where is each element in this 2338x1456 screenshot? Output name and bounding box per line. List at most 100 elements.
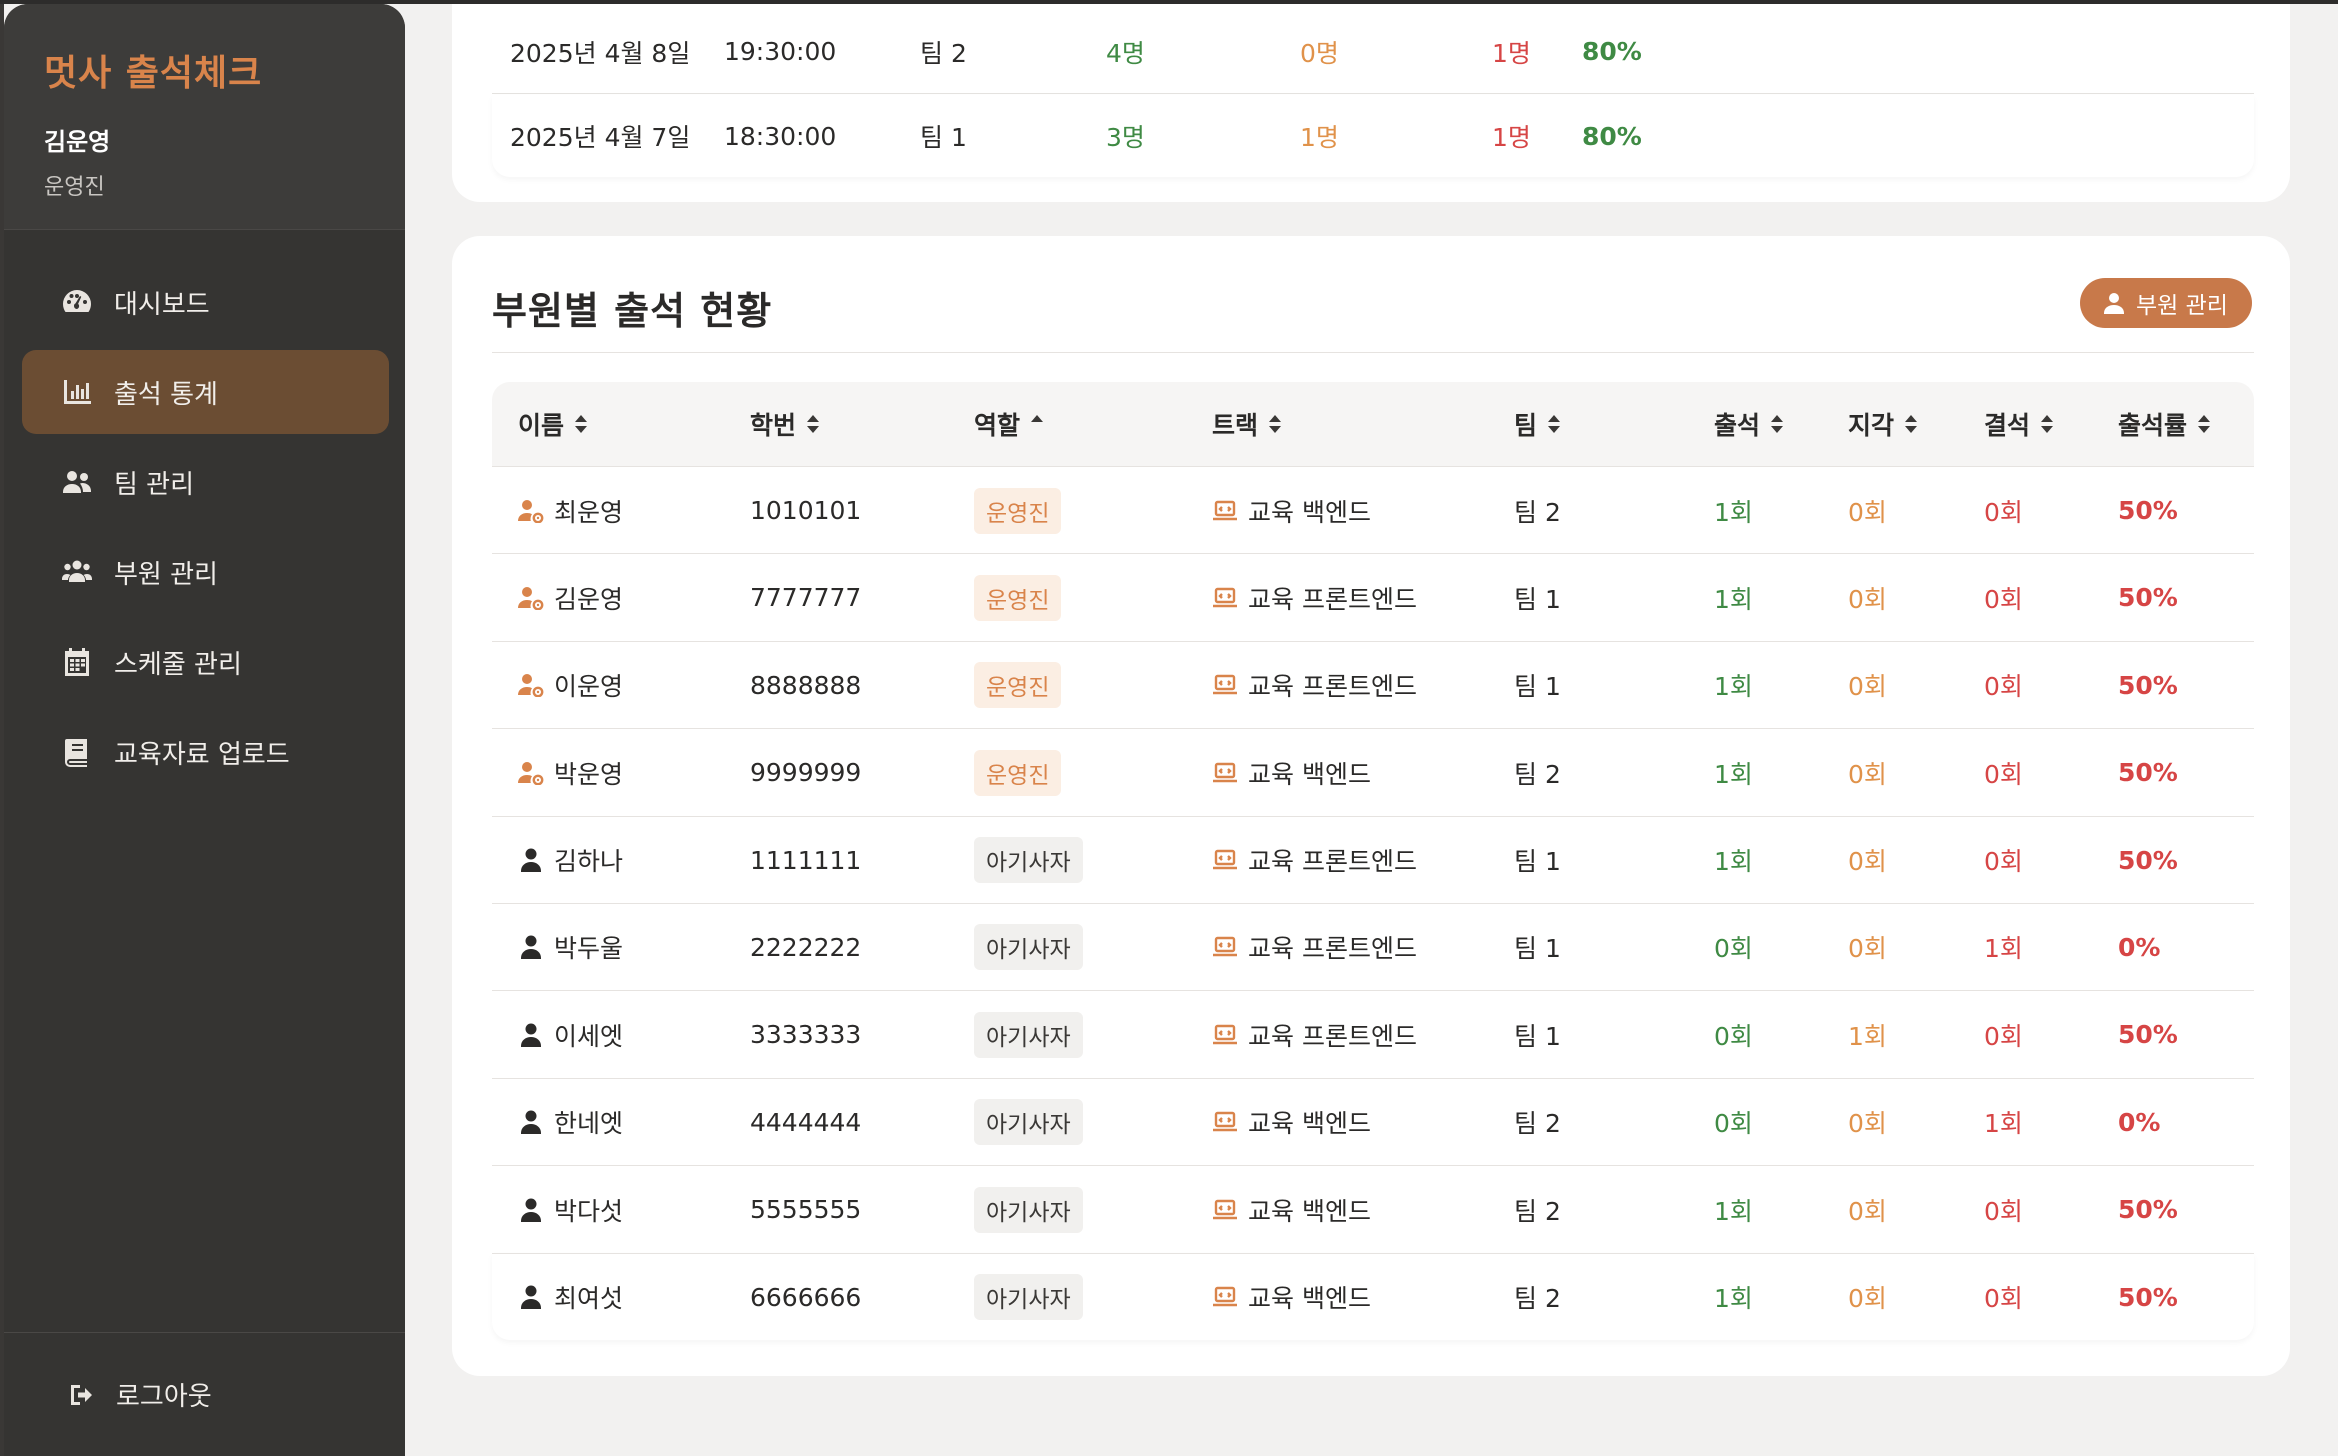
member-name-cell: 한네엣 <box>518 1079 623 1166</box>
column-label: 결석 <box>1984 411 2031 440</box>
users-group-icon <box>60 557 94 587</box>
sidebar-item-label: 출석 통계 <box>114 379 218 410</box>
table-body: 최운영 1010101 운영진 교육 백엔드 팀 2 1회 0회 0회 50% … <box>492 466 2254 1340</box>
member-track-cell: 교육 백엔드 <box>1212 467 1371 554</box>
member-team: 팀 1 <box>1514 1021 1561 1051</box>
table-row[interactable]: 이운영 8888888 운영진 교육 프론트엔드 팀 1 1회 0회 0회 50… <box>492 640 2254 729</box>
member-student-id: 5555555 <box>750 1195 862 1225</box>
table-row[interactable]: 박운영 9999999 운영진 교육 백엔드 팀 2 1회 0회 0회 50% <box>492 728 2254 815</box>
member-student-id: 8888888 <box>750 670 862 700</box>
member-name-cell: 박두울 <box>518 904 623 991</box>
member-name-cell: 최여섯 <box>518 1254 623 1341</box>
column-header-rate[interactable]: 출석률 <box>2118 382 2211 466</box>
member-track-cell: 교육 프론트엔드 <box>1212 817 1417 904</box>
member-track-cell: 교육 프론트엔드 <box>1212 642 1417 729</box>
schedule-late: 1명 <box>1300 123 1339 152</box>
member-present-count: 1회 <box>1714 584 1753 614</box>
sidebar: 멋사 출석체크 김운영 운영진 대시보드 출석 통계 팀 관리 부원 관리 스케… <box>4 4 405 1456</box>
role-badge: 아기사자 <box>974 1274 1083 1321</box>
table-row[interactable]: 최운영 1010101 운영진 교육 백엔드 팀 2 1회 0회 0회 50% <box>492 466 2254 553</box>
book-icon <box>60 737 94 767</box>
column-header-name[interactable]: 이름 <box>518 382 588 466</box>
member-student-id: 4444444 <box>750 1107 862 1137</box>
member-absent-count: 0회 <box>1984 672 2023 702</box>
calendar-icon <box>60 647 94 677</box>
sidebar-item-label: 대시보드 <box>114 289 210 320</box>
member-management-button[interactable]: 부원 관리 <box>2080 278 2252 328</box>
column-header-track[interactable]: 트랙 <box>1212 382 1282 466</box>
laptop-icon <box>1212 1285 1238 1309</box>
sidebar-nav: 대시보드 출석 통계 팀 관리 부원 관리 스케줄 관리 교육자료 업로드 <box>4 230 405 794</box>
member-track-cell: 교육 백엔드 <box>1212 1254 1371 1341</box>
column-header-team[interactable]: 팀 <box>1514 382 1561 466</box>
member-student-id: 9999999 <box>750 758 862 788</box>
user-icon <box>518 1022 544 1048</box>
member-present-count: 1회 <box>1714 672 1753 702</box>
role-badge: 운영진 <box>974 487 1062 534</box>
member-present-count: 0회 <box>1714 1021 1753 1051</box>
sidebar-item-schedule-management[interactable]: 스케줄 관리 <box>22 620 389 704</box>
staff-user-icon <box>518 498 544 524</box>
column-header-absent[interactable]: 결석 <box>1984 382 2054 466</box>
staff-user-icon <box>518 760 544 786</box>
user-icon <box>518 1197 544 1223</box>
table-row[interactable]: 박다섯 5555555 아기사자 교육 백엔드 팀 2 1회 0회 0회 50% <box>492 1165 2254 1252</box>
user-icon <box>518 1284 544 1310</box>
column-label: 역할 <box>974 411 1021 440</box>
member-team: 팀 2 <box>1514 1284 1561 1314</box>
column-header-role[interactable]: 역할 <box>974 382 1044 466</box>
table-row[interactable]: 박두울 2222222 아기사자 교육 프론트엔드 팀 1 0회 0회 1회 0… <box>492 902 2254 991</box>
laptop-icon <box>1212 1023 1238 1047</box>
user-icon <box>518 1109 544 1135</box>
sort-icon <box>574 415 588 433</box>
schedule-row[interactable]: 2025년 4월 8일 19:30:00 팀 2 4명 0명 1명 80% <box>492 10 2254 94</box>
column-header-student-id[interactable]: 학번 <box>750 382 820 466</box>
member-name: 김운영 <box>554 584 624 614</box>
sidebar-item-member-management[interactable]: 부원 관리 <box>22 530 389 614</box>
member-present-count: 0회 <box>1714 934 1753 964</box>
member-team: 팀 1 <box>1514 934 1561 964</box>
sort-icon <box>1770 415 1784 433</box>
table-row[interactable]: 김하나 1111111 아기사자 교육 프론트엔드 팀 1 1회 0회 0회 5… <box>492 815 2254 904</box>
role-badge: 아기사자 <box>974 837 1083 884</box>
schedule-attendance-card: 2025년 4월 8일 19:30:00 팀 2 4명 0명 1명 80% 20… <box>452 0 2290 202</box>
user-name: 김운영 <box>44 128 111 156</box>
brand-title[interactable]: 멋사 출석체크 <box>44 44 405 96</box>
table-row[interactable]: 최여섯 6666666 아기사자 교육 백엔드 팀 2 1회 0회 0회 50% <box>492 1252 2254 1341</box>
table-row[interactable]: 이세엣 3333333 아기사자 교육 프론트엔드 팀 1 0회 1회 0회 5… <box>492 990 2254 1077</box>
member-attendance-rate: 50% <box>2118 758 2178 788</box>
member-name-cell: 김운영 <box>518 554 623 641</box>
member-track: 교육 백엔드 <box>1248 1196 1371 1226</box>
table-row[interactable]: 김운영 7777777 운영진 교육 프론트엔드 팀 1 1회 0회 0회 50… <box>492 553 2254 640</box>
member-absent-count: 0회 <box>1984 584 2023 614</box>
table-row[interactable]: 한네엣 4444444 아기사자 교육 백엔드 팀 2 0회 0회 1회 0% <box>492 1077 2254 1166</box>
member-team: 팀 2 <box>1514 497 1561 527</box>
member-role-cell: 운영진 <box>974 729 1062 816</box>
column-header-late[interactable]: 지각 <box>1848 382 1918 466</box>
member-name: 한네엣 <box>554 1109 624 1139</box>
sort-asc-icon <box>1030 415 1044 433</box>
column-label: 팀 <box>1514 411 1538 440</box>
sidebar-header: 멋사 출석체크 김운영 운영진 <box>4 4 405 230</box>
member-attendance-rate: 50% <box>2118 583 2178 613</box>
sidebar-item-attendance-stats[interactable]: 출석 통계 <box>22 350 389 434</box>
member-present-count: 1회 <box>1714 1284 1753 1314</box>
sidebar-item-label: 스케줄 관리 <box>114 649 242 680</box>
member-absent-count: 0회 <box>1984 847 2023 877</box>
sidebar-item-dashboard[interactable]: 대시보드 <box>22 260 389 344</box>
member-late-count: 0회 <box>1848 847 1887 877</box>
member-student-id: 3333333 <box>750 1020 862 1050</box>
member-late-count: 0회 <box>1848 759 1887 789</box>
member-role-cell: 아기사자 <box>974 1079 1083 1166</box>
sidebar-item-upload-materials[interactable]: 교육자료 업로드 <box>22 710 389 794</box>
logout-button[interactable]: 로그아웃 <box>4 1332 405 1456</box>
member-attendance-rate: 50% <box>2118 845 2178 875</box>
column-label: 출석 <box>1714 411 1761 440</box>
schedule-row[interactable]: 2025년 4월 7일 18:30:00 팀 1 3명 1명 1명 80% <box>492 95 2254 177</box>
sidebar-item-team-management[interactable]: 팀 관리 <box>22 440 389 524</box>
sort-icon <box>1904 415 1918 433</box>
member-student-id: 1010101 <box>750 496 862 525</box>
member-track: 교육 백엔드 <box>1248 1109 1371 1139</box>
column-header-present[interactable]: 출석 <box>1714 382 1784 466</box>
member-name-cell: 이운영 <box>518 642 623 729</box>
